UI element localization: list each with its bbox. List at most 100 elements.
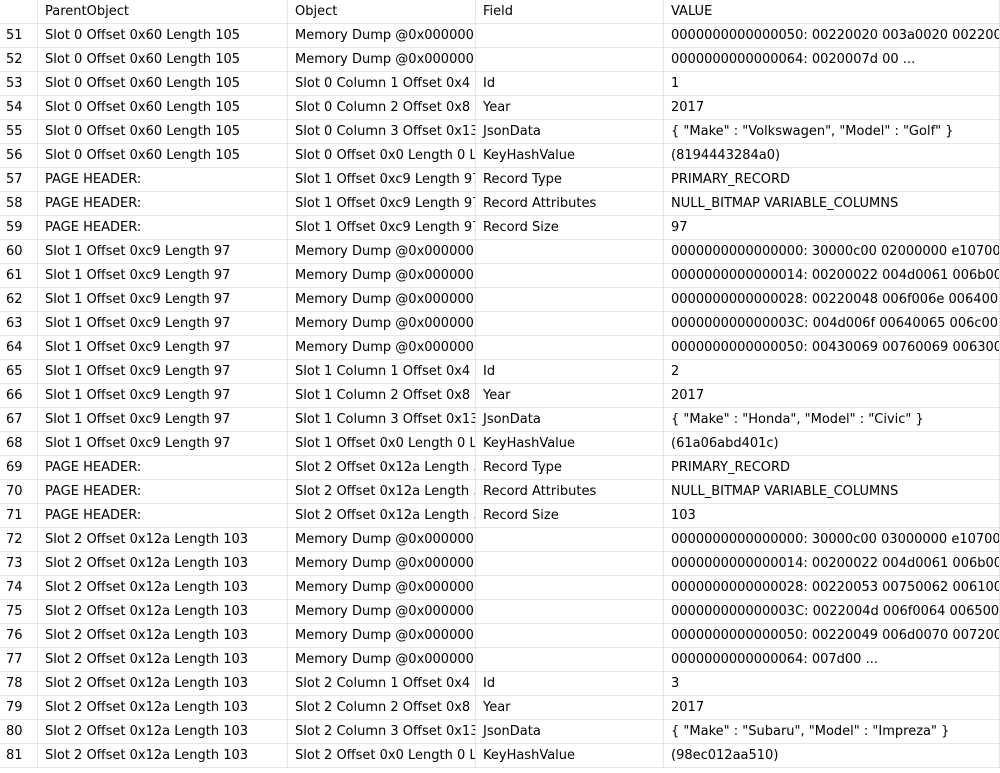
- cell-field[interactable]: Record Size: [476, 504, 664, 527]
- cell-parentobject[interactable]: PAGE HEADER:: [38, 192, 288, 215]
- cell-value[interactable]: PRIMARY_RECORD: [664, 456, 1000, 479]
- table-row[interactable]: 75 Slot 2 Offset 0x12a Length 103 Memory D…: [0, 600, 1000, 624]
- table-row[interactable]: 56 Slot 0 Offset 0x60 Length 105 Slot 0 Of…: [0, 144, 1000, 168]
- row-number[interactable]: 59: [0, 216, 38, 239]
- cell-value[interactable]: { "Make" : "Volkswagen", "Model" : "Golf…: [664, 120, 1000, 143]
- cell-value[interactable]: (98ec012aa510): [664, 744, 1000, 767]
- row-number[interactable]: 62: [0, 288, 38, 311]
- row-number[interactable]: 57: [0, 168, 38, 191]
- cell-field[interactable]: Id: [476, 360, 664, 383]
- row-number[interactable]: 51: [0, 24, 38, 47]
- cell-value[interactable]: 2017: [664, 384, 1000, 407]
- row-number[interactable]: 73: [0, 552, 38, 575]
- cell-parentobject[interactable]: Slot 1 Offset 0xc9 Length 97: [38, 432, 288, 455]
- cell-parentobject[interactable]: Slot 2 Offset 0x12a Length 103: [38, 744, 288, 767]
- cell-parentobject[interactable]: Slot 2 Offset 0x12a Length 103: [38, 624, 288, 647]
- cell-field[interactable]: Id: [476, 672, 664, 695]
- cell-value[interactable]: 0000000000000028: 00220053 00750062 0061…: [664, 576, 1000, 599]
- cell-object[interactable]: Memory Dump @0x000000...: [288, 48, 476, 71]
- table-row[interactable]: 77 Slot 2 Offset 0x12a Length 103 Memory D…: [0, 648, 1000, 672]
- cell-field[interactable]: KeyHashValue: [476, 144, 664, 167]
- row-number[interactable]: 55: [0, 120, 38, 143]
- cell-field[interactable]: Record Attributes: [476, 192, 664, 215]
- cell-object[interactable]: Memory Dump @0x000000...: [288, 648, 476, 671]
- table-row[interactable]: 73 Slot 2 Offset 0x12a Length 103 Memory D…: [0, 552, 1000, 576]
- row-number[interactable]: 61: [0, 264, 38, 287]
- cell-object[interactable]: Slot 1 Offset 0xc9 Length 97: [288, 192, 476, 215]
- cell-field[interactable]: [476, 648, 664, 671]
- cell-value[interactable]: { "Make" : "Subaru", "Model" : "Impreza"…: [664, 720, 1000, 743]
- cell-object[interactable]: Slot 2 Offset 0x12a Length ...: [288, 504, 476, 527]
- cell-value[interactable]: NULL_BITMAP VARIABLE_COLUMNS: [664, 480, 1000, 503]
- row-number[interactable]: 54: [0, 96, 38, 119]
- cell-value[interactable]: 0000000000000050: 00220020 003a0020 0022…: [664, 24, 1000, 47]
- cell-parentobject[interactable]: Slot 2 Offset 0x12a Length 103: [38, 528, 288, 551]
- row-number[interactable]: 76: [0, 624, 38, 647]
- cell-field[interactable]: [476, 576, 664, 599]
- cell-object[interactable]: Memory Dump @0x000000...: [288, 552, 476, 575]
- table-row[interactable]: 70 PAGE HEADER: Slot 2 Offset 0x12a Length…: [0, 480, 1000, 504]
- cell-value[interactable]: 0000000000000050: 00430069 00760069 0063…: [664, 336, 1000, 359]
- row-number[interactable]: 58: [0, 192, 38, 215]
- table-row[interactable]: 79 Slot 2 Offset 0x12a Length 103 Slot 2 C…: [0, 696, 1000, 720]
- cell-parentobject[interactable]: Slot 2 Offset 0x12a Length 103: [38, 600, 288, 623]
- cell-object[interactable]: Memory Dump @0x000000...: [288, 528, 476, 551]
- cell-value[interactable]: 0000000000000000: 30000c00 02000000 e107…: [664, 240, 1000, 263]
- cell-field[interactable]: Record Type: [476, 168, 664, 191]
- cell-parentobject[interactable]: Slot 1 Offset 0xc9 Length 97: [38, 360, 288, 383]
- cell-parentobject[interactable]: Slot 1 Offset 0xc9 Length 97: [38, 384, 288, 407]
- cell-object[interactable]: Slot 2 Column 3 Offset 0x13...: [288, 720, 476, 743]
- cell-parentobject[interactable]: Slot 0 Offset 0x60 Length 105: [38, 72, 288, 95]
- cell-object[interactable]: Slot 0 Column 3 Offset 0x13...: [288, 120, 476, 143]
- cell-value[interactable]: { "Make" : "Honda", "Model" : "Civic" }: [664, 408, 1000, 431]
- row-number[interactable]: 70: [0, 480, 38, 503]
- cell-parentobject[interactable]: PAGE HEADER:: [38, 480, 288, 503]
- table-row[interactable]: 78 Slot 2 Offset 0x12a Length 103 Slot 2 C…: [0, 672, 1000, 696]
- table-row[interactable]: 55 Slot 0 Offset 0x60 Length 105 Slot 0 Co…: [0, 120, 1000, 144]
- cell-parentobject[interactable]: Slot 1 Offset 0xc9 Length 97: [38, 312, 288, 335]
- table-row[interactable]: 69 PAGE HEADER: Slot 2 Offset 0x12a Length…: [0, 456, 1000, 480]
- table-row[interactable]: 59 PAGE HEADER: Slot 1 Offset 0xc9 Length …: [0, 216, 1000, 240]
- row-number[interactable]: 53: [0, 72, 38, 95]
- table-row[interactable]: 81 Slot 2 Offset 0x12a Length 103 Slot 2 O…: [0, 744, 1000, 768]
- table-row[interactable]: 52 Slot 0 Offset 0x60 Length 105 Memory Du…: [0, 48, 1000, 72]
- table-row[interactable]: 51 Slot 0 Offset 0x60 Length 105 Memory Du…: [0, 24, 1000, 48]
- table-row[interactable]: 68 Slot 1 Offset 0xc9 Length 97 Slot 1 Off…: [0, 432, 1000, 456]
- cell-parentobject[interactable]: Slot 2 Offset 0x12a Length 103: [38, 696, 288, 719]
- cell-object[interactable]: Memory Dump @0x000000...: [288, 600, 476, 623]
- row-number[interactable]: 68: [0, 432, 38, 455]
- cell-field[interactable]: KeyHashValue: [476, 744, 664, 767]
- row-number[interactable]: 71: [0, 504, 38, 527]
- row-number[interactable]: 69: [0, 456, 38, 479]
- cell-value[interactable]: 0000000000000000: 30000c00 03000000 e107…: [664, 528, 1000, 551]
- table-row[interactable]: 72 Slot 2 Offset 0x12a Length 103 Memory D…: [0, 528, 1000, 552]
- cell-field[interactable]: Year: [476, 696, 664, 719]
- cell-field[interactable]: [476, 600, 664, 623]
- cell-value[interactable]: 1: [664, 72, 1000, 95]
- row-number[interactable]: 80: [0, 720, 38, 743]
- table-row[interactable]: 66 Slot 1 Offset 0xc9 Length 97 Slot 1 Col…: [0, 384, 1000, 408]
- cell-field[interactable]: [476, 552, 664, 575]
- cell-field[interactable]: JsonData: [476, 120, 664, 143]
- table-row[interactable]: 60 Slot 1 Offset 0xc9 Length 97 Memory Dum…: [0, 240, 1000, 264]
- cell-field[interactable]: Record Size: [476, 216, 664, 239]
- cell-field[interactable]: [476, 24, 664, 47]
- cell-value[interactable]: 0000000000000028: 00220048 006f006e 0064…: [664, 288, 1000, 311]
- cell-parentobject[interactable]: Slot 0 Offset 0x60 Length 105: [38, 96, 288, 119]
- cell-object[interactable]: Slot 2 Offset 0x12a Length ...: [288, 456, 476, 479]
- cell-parentobject[interactable]: Slot 1 Offset 0xc9 Length 97: [38, 408, 288, 431]
- cell-object[interactable]: Memory Dump @0x000000...: [288, 336, 476, 359]
- row-number[interactable]: 56: [0, 144, 38, 167]
- table-row[interactable]: 74 Slot 2 Offset 0x12a Length 103 Memory D…: [0, 576, 1000, 600]
- cell-object[interactable]: Memory Dump @0x000000...: [288, 288, 476, 311]
- cell-parentobject[interactable]: PAGE HEADER:: [38, 216, 288, 239]
- cell-object[interactable]: Slot 0 Column 2 Offset 0x8 ...: [288, 96, 476, 119]
- table-row[interactable]: 65 Slot 1 Offset 0xc9 Length 97 Slot 1 Col…: [0, 360, 1000, 384]
- cell-field[interactable]: KeyHashValue: [476, 432, 664, 455]
- cell-field[interactable]: Record Type: [476, 456, 664, 479]
- row-number[interactable]: 52: [0, 48, 38, 71]
- cell-field[interactable]: JsonData: [476, 720, 664, 743]
- cell-field[interactable]: [476, 528, 664, 551]
- cell-parentobject[interactable]: Slot 1 Offset 0xc9 Length 97: [38, 240, 288, 263]
- cell-object[interactable]: Memory Dump @0x000000...: [288, 576, 476, 599]
